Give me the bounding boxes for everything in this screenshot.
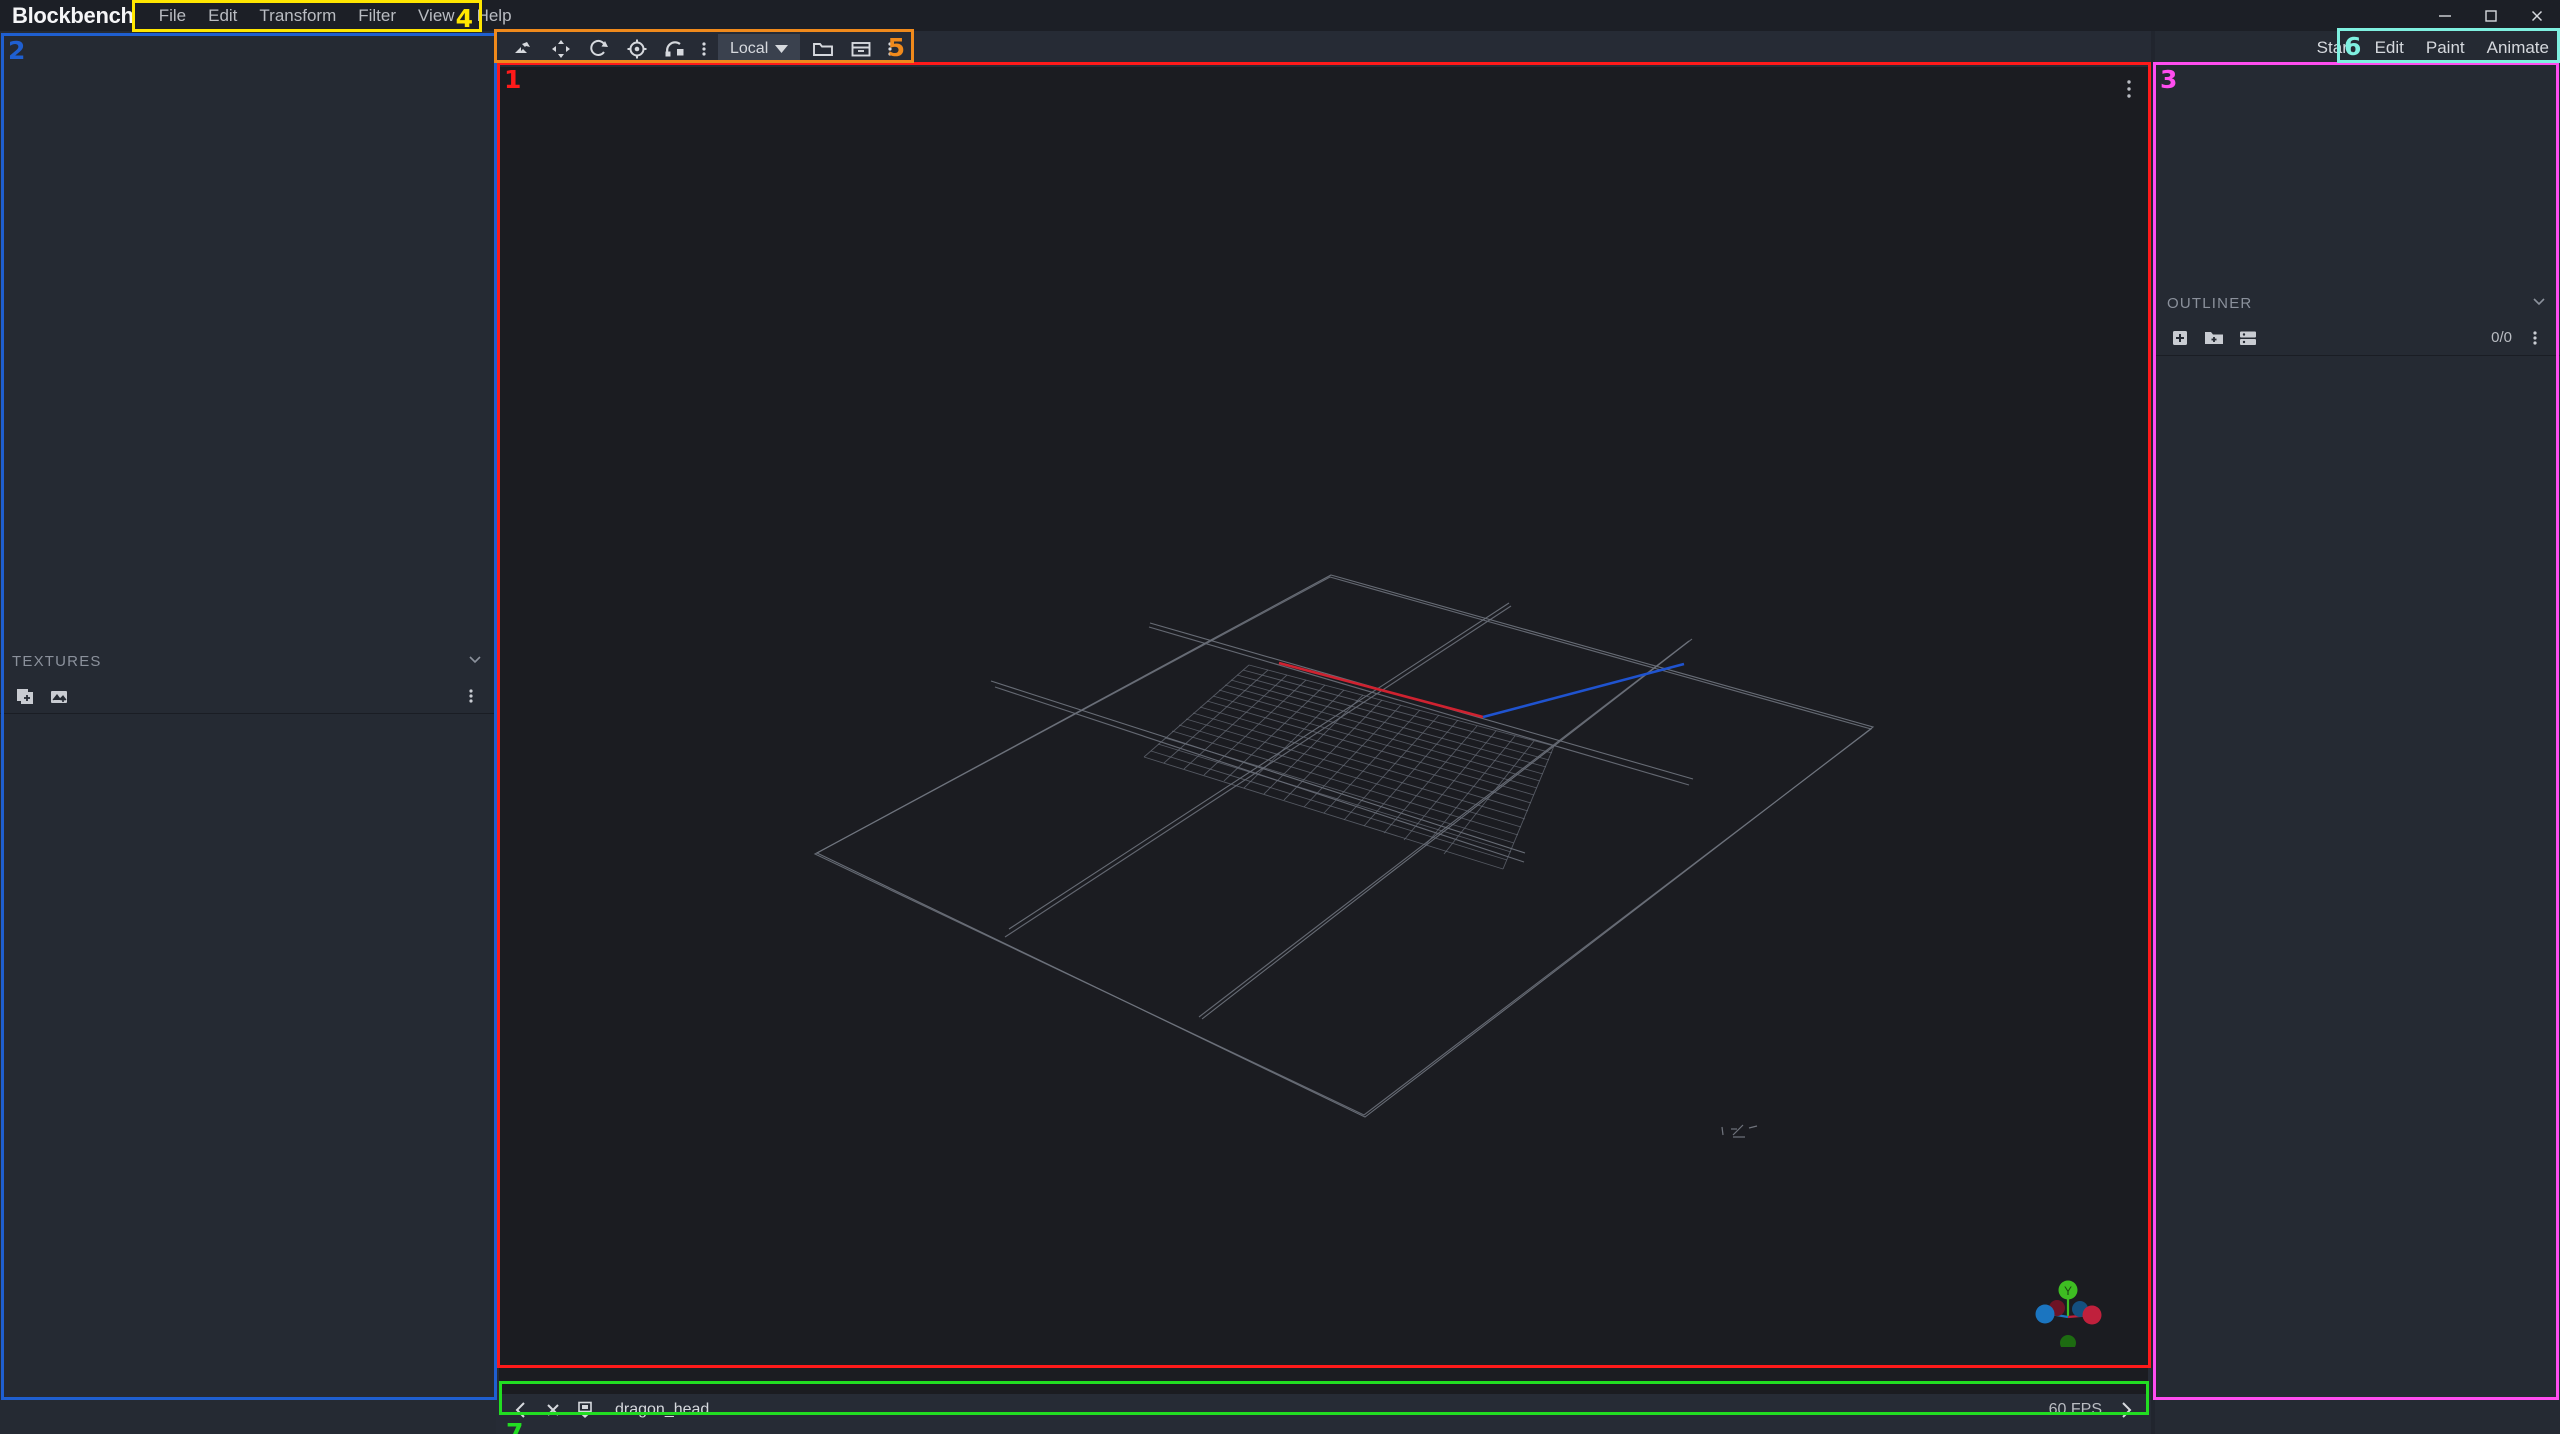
close-icon[interactable] (537, 1396, 569, 1424)
add-group-icon[interactable] (2197, 322, 2231, 354)
rotate-tool-icon[interactable] (580, 33, 618, 65)
project-name-label: dragon_head (615, 1401, 710, 1418)
minimize-button[interactable] (2422, 0, 2468, 31)
resize-tool-icon[interactable] (542, 33, 580, 65)
gizmo-x-handle (2082, 1305, 2102, 1325)
outliner-options-icon[interactable] (2231, 322, 2265, 354)
right-sidebar: OUTLINER 0/0 (2155, 31, 2560, 1434)
chevron-down-icon (775, 40, 789, 58)
model-format-icon[interactable] (569, 1396, 601, 1424)
left-sidebar: TEXTURES (0, 31, 496, 1434)
outliner-panel-title: OUTLINER (2167, 294, 2253, 312)
outliner-panel: OUTLINER 0/0 (2155, 286, 2560, 356)
vertex-snap-icon[interactable] (656, 33, 694, 65)
transform-space-value: Local (730, 40, 769, 57)
chevron-down-icon[interactable] (466, 650, 484, 672)
add-texture-icon[interactable] (8, 680, 42, 712)
add-cube-icon[interactable] (2163, 322, 2197, 354)
more-vertical-icon[interactable] (694, 33, 714, 65)
gizmo-z-handle (2035, 1304, 2055, 1324)
more-vertical-icon[interactable] (2518, 322, 2552, 354)
tab-animate[interactable]: Animate (2476, 31, 2560, 64)
gizmo-y-label: Y (2064, 1284, 2072, 1298)
close-button[interactable] (2514, 0, 2560, 31)
chevron-right-icon[interactable] (2110, 1396, 2142, 1424)
menu-filter[interactable]: Filter (347, 0, 407, 31)
menu-view[interactable]: View (407, 0, 466, 31)
maximize-button[interactable] (2468, 0, 2514, 31)
viewport-toolbar: Local (496, 31, 2151, 67)
mode-tabs: Start Edit Paint Animate (2305, 31, 2560, 64)
axis-gizmo[interactable]: Y (2033, 1277, 2103, 1351)
tab-paint[interactable]: Paint (2415, 31, 2476, 64)
more-vertical-icon[interactable] (454, 680, 488, 712)
chevron-down-icon[interactable] (2530, 292, 2548, 314)
menu-edit[interactable]: Edit (197, 0, 248, 31)
textures-panel-title: TEXTURES (12, 652, 102, 670)
menu-bar: File Edit Transform Filter View Help (148, 0, 523, 31)
menu-help[interactable]: Help (466, 0, 523, 31)
axis-z-line (1482, 662, 1685, 719)
title-bar: Blockbench File Edit Transform Filter Vi… (0, 0, 2560, 31)
pivot-tool-icon[interactable] (618, 33, 656, 65)
viewport-options-button[interactable] (2118, 75, 2140, 103)
3d-viewport[interactable]: Y (499, 67, 2148, 1405)
app-logo: Blockbench (12, 3, 134, 28)
import-texture-icon[interactable] (42, 680, 76, 712)
move-tool-icon[interactable] (504, 33, 542, 65)
outliner-panel-header[interactable]: OUTLINER (2155, 286, 2560, 320)
menu-file[interactable]: File (148, 0, 197, 31)
status-bar: dragon_head 60 FPS (499, 1394, 2148, 1426)
folder-icon[interactable] (804, 33, 842, 65)
archive-icon[interactable] (842, 33, 880, 65)
chevron-left-icon[interactable] (505, 1396, 537, 1424)
textures-panel: TEXTURES (0, 644, 496, 1434)
fps-label: 60 FPS (2048, 1401, 2102, 1418)
more-vertical-icon[interactable] (880, 33, 900, 65)
outliner-panel-toolbar: 0/0 (2155, 320, 2560, 356)
tab-start[interactable]: Start (2306, 31, 2364, 64)
menu-transform[interactable]: Transform (248, 0, 347, 31)
tab-edit[interactable]: Edit (2364, 31, 2415, 64)
gizmo-y-neg-handle (2060, 1335, 2076, 1351)
viewport-container: Local Y dragon_head 60 FPS (496, 31, 2151, 1434)
window-controls (2422, 0, 2560, 31)
transform-space-select[interactable]: Local (718, 34, 801, 64)
textures-panel-header[interactable]: TEXTURES (0, 644, 496, 678)
textures-panel-toolbar (0, 678, 496, 714)
outliner-counter: 0/0 (2491, 329, 2512, 346)
